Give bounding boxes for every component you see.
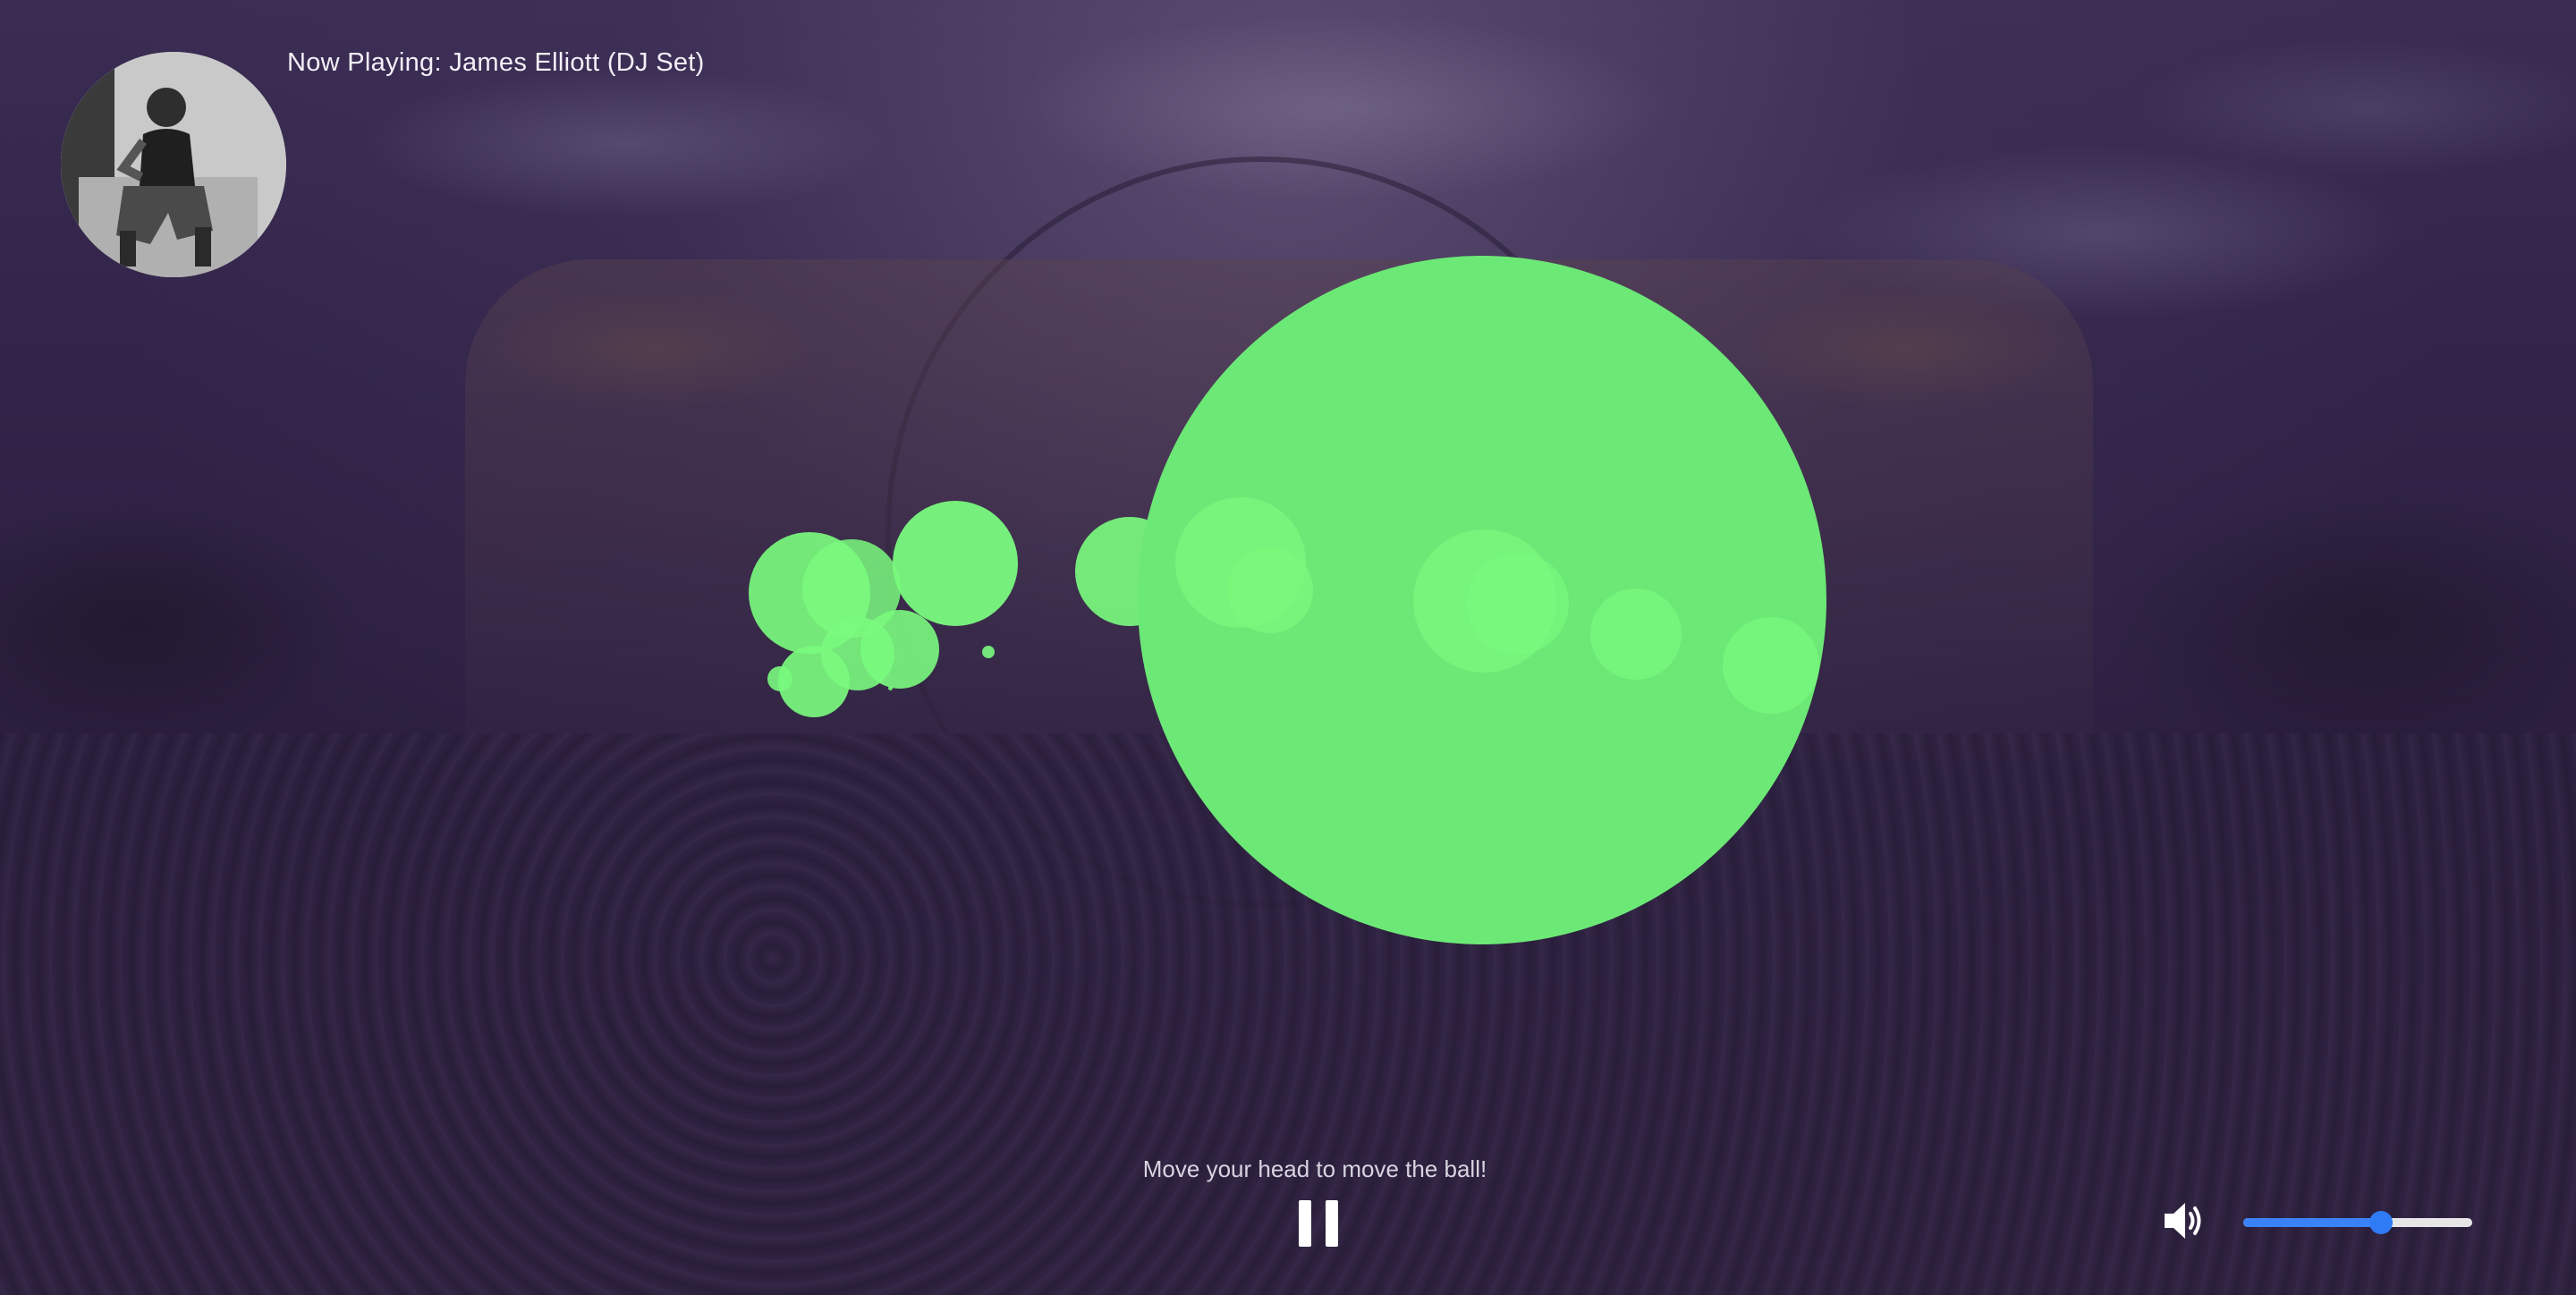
- pause-icon-bar-left: [1299, 1200, 1311, 1247]
- instruction-text: Move your head to move the ball!: [1142, 1155, 1487, 1182]
- now-playing-label: Now Playing: James Elliott (DJ Set): [287, 48, 705, 77]
- trail-ball: [1590, 588, 1682, 680]
- trail-ball: [888, 686, 893, 690]
- pause-icon-bar-right: [1326, 1200, 1338, 1247]
- visualizer-stage: Now Playing: James Elliott (DJ Set) Move…: [0, 0, 2576, 1295]
- pause-button[interactable]: [1299, 1200, 1338, 1247]
- volume-slider-track: [2243, 1218, 2472, 1227]
- volume-icon[interactable]: [2161, 1198, 2206, 1243]
- trail-ball: [1227, 547, 1313, 633]
- trail-ball: [893, 501, 1018, 626]
- trail-ball: [1723, 617, 1819, 714]
- volume-slider[interactable]: [2243, 1211, 2472, 1234]
- volume-slider-thumb[interactable]: [2369, 1211, 2393, 1234]
- volume-slider-fill: [2243, 1218, 2381, 1227]
- trail-ball: [1467, 553, 1569, 655]
- trail-ball: [982, 646, 995, 658]
- album-art-avatar: [61, 52, 286, 277]
- trail-ball: [767, 666, 792, 691]
- dj-portrait-icon: [61, 52, 286, 277]
